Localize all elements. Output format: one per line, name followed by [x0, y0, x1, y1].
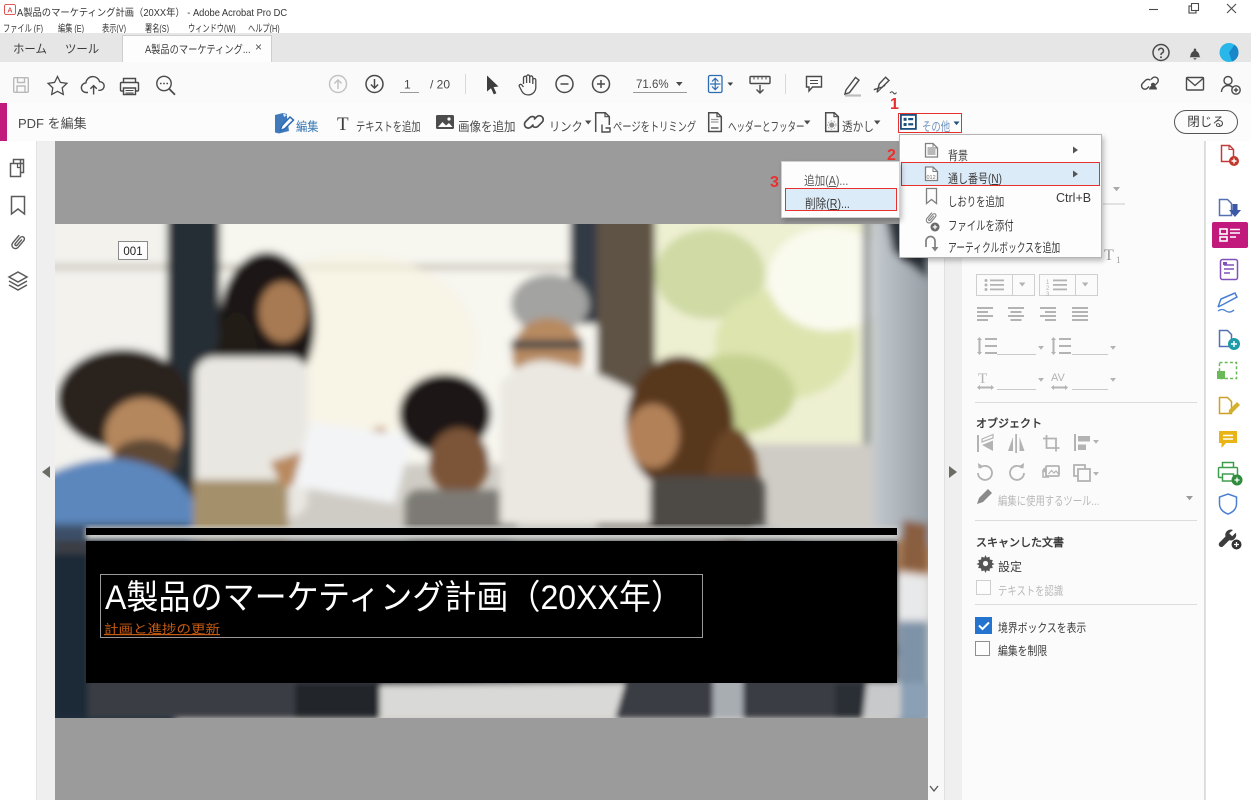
svg-text:1: 1	[1116, 255, 1121, 265]
svg-text:計画と進捗の更新: 計画と進捗の更新	[104, 621, 220, 636]
svg-text:1: 1	[404, 78, 411, 92]
svg-text:T: T	[337, 114, 349, 135]
svg-text:A製品のマーケティング計画（20XX年）: A製品のマーケティング計画（20XX年）	[105, 579, 683, 617]
svg-text:T: T	[978, 371, 987, 387]
svg-text:001: 001	[123, 246, 142, 258]
svg-text:A: A	[8, 5, 13, 14]
svg-text:012: 012	[927, 175, 936, 181]
svg-text:71.6%: 71.6%	[636, 79, 669, 91]
svg-text:AV: AV	[1051, 372, 1066, 384]
svg-text:/ 20: / 20	[430, 78, 450, 92]
svg-text:T: T	[1104, 247, 1114, 264]
